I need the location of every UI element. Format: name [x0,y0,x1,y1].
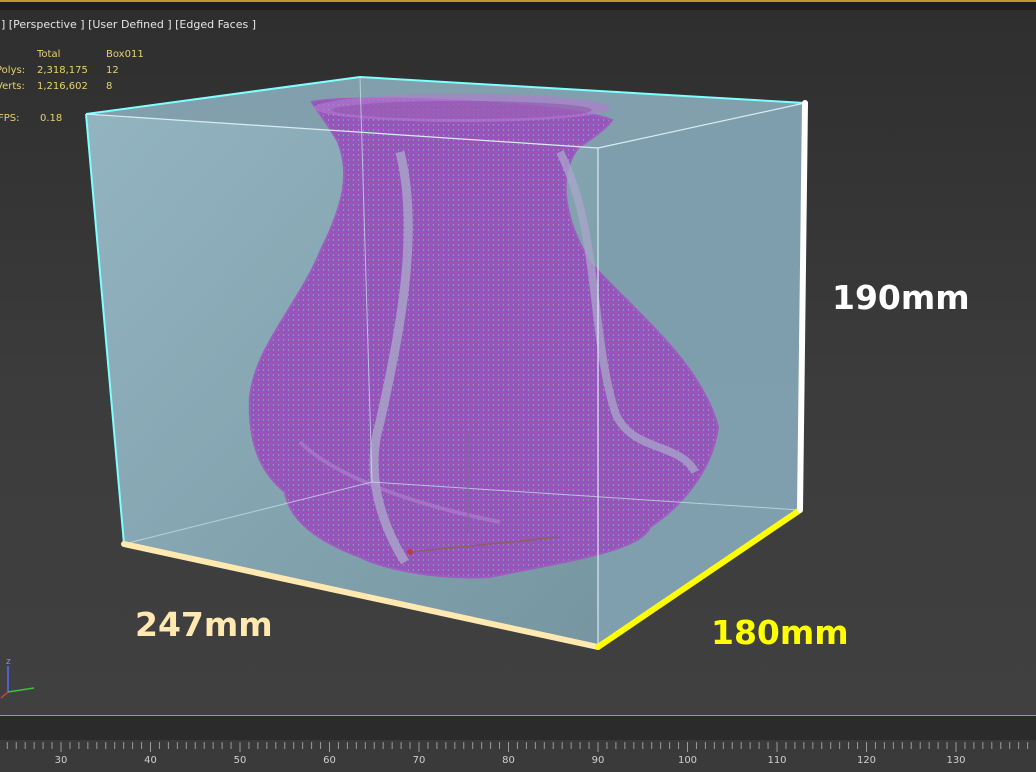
depth-dimension-label: 180mm [711,613,849,652]
timeline-tick-label: 130 [946,755,966,766]
timeline-tick-label: 60 [323,755,336,766]
height-dimension-label: 190mm [832,278,970,317]
perspective-viewport[interactable]: ] [Perspective ] [User Defined ] [Edged … [0,0,1036,716]
axis-tripod-icon [0,666,35,699]
timeline-tick-label: 50 [233,755,247,766]
timeline-tick-label: 70 [412,755,426,766]
timeline-tick-label: 120 [856,755,877,766]
timeline-ticks [6,742,1029,752]
axis-z-label: z [6,657,11,667]
timeline-tick-label: 90 [591,755,605,766]
timeline-tick-label: 40 [144,755,157,766]
timeline-tick-label: 100 [677,755,698,766]
timeline-track-bar[interactable]: 30 40 50 60 70 80 90 100 110 120 130 [0,716,1036,772]
timeline-tick-label: 110 [767,755,787,766]
timeline-tick-label: 80 [502,755,515,766]
timeline-tick-label: 30 [54,755,68,766]
width-dimension-label: 247mm [135,605,273,644]
